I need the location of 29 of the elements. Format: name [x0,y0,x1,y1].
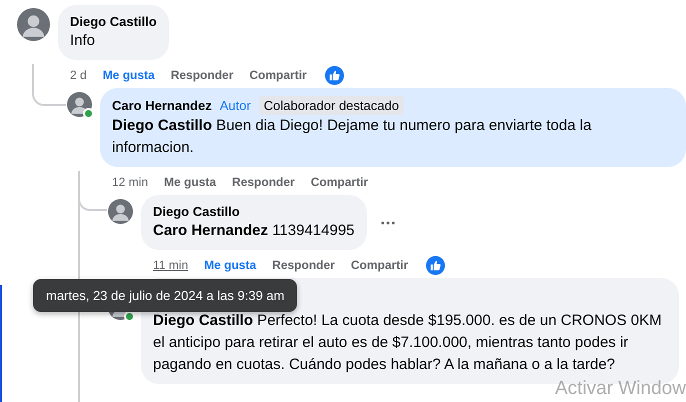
like-icon[interactable] [324,66,344,84]
comment-text: Diego Castillo Buen dia Diego! Dejame tu numero para enviarte toda la informacion. [112,116,592,158]
author-name[interactable]: Caro Hernandez [112,97,212,114]
reply-link[interactable]: Responder [272,258,335,272]
comment-text: Diego Castillo Perfecto! La cuota desde $195.000. es de un CRONOS 0KM el anticipo para retirar el auto es de $7.100.000, mientras tanto podes ir pagando en cuotas. Cuándo podes hablar? A la mañana o a la tarde? [153,311,663,375]
avatar[interactable] [108,199,133,224]
comment-text: Caro Hernandez 1139414995 [153,221,355,241]
like-link[interactable]: Me gusta [102,68,155,82]
share-link[interactable]: Compartir [350,258,408,272]
like-link[interactable]: Me gusta [164,175,216,189]
more-options-icon[interactable] [380,220,395,224]
timestamp-link[interactable]: 2 d [70,68,87,82]
timestamp-link[interactable]: 11 min [153,258,188,272]
share-link[interactable]: Compartir [249,68,307,82]
thread-line [32,64,66,106]
author-label: Autor [220,97,251,114]
author-name[interactable]: Diego Castillo [70,13,157,30]
share-link[interactable]: Compartir [310,175,368,189]
reply-link[interactable]: Responder [170,68,234,82]
contributor-label: Colaborador destacado [258,96,404,115]
avatar[interactable] [17,8,50,41]
activation-notice: Activar Window [555,378,686,400]
like-link[interactable]: Me gusta [204,258,256,272]
like-icon[interactable] [426,256,446,274]
reply-link[interactable]: Responder [232,175,295,189]
timestamp-link[interactable]: 12 min [112,175,148,189]
author-name[interactable]: Diego Castillo [153,203,240,220]
date-tooltip: martes, 23 de julio de 2024 a las 9:39 am [33,279,298,312]
comment-text: Info [70,31,96,51]
